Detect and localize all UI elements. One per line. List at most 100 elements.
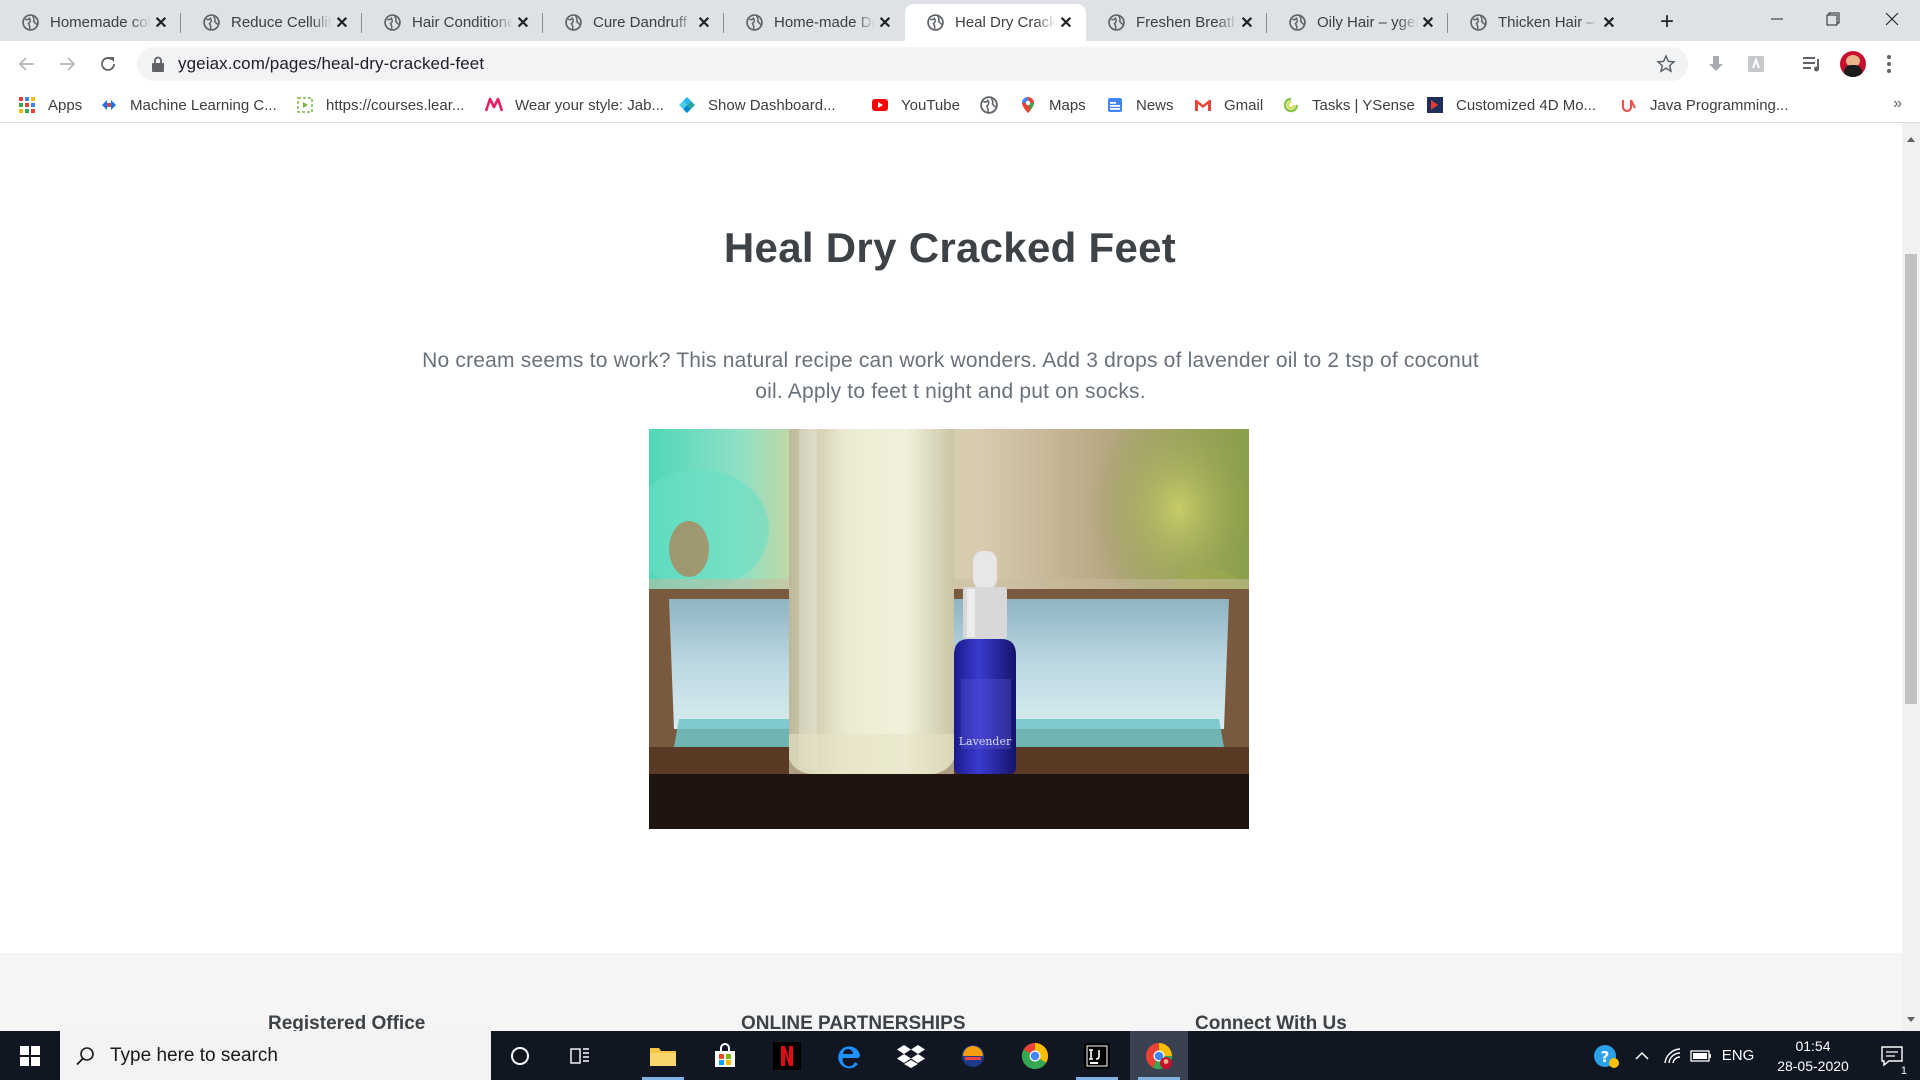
taskbar-search-box[interactable]: Type here to search [60,1031,491,1080]
close-window-button[interactable] [1864,0,1920,38]
app-button[interactable] [944,1031,1002,1080]
bookmark-label: Gmail [1224,96,1264,114]
forward-arrow-icon [60,57,76,71]
scroll-up-arrow-icon[interactable] [1907,137,1915,142]
clock-date: 28-05-2020 [1777,1058,1849,1074]
bookmarks-overflow-button[interactable]: » [1893,95,1902,113]
dashboard-icon [679,97,695,113]
bookmark-ysense[interactable]: Tasks | YSense [1282,94,1415,116]
minimize-button[interactable] [1749,0,1805,38]
globe-icon [203,14,220,31]
globe-icon [746,14,763,31]
bookmark-label: Tasks | YSense [1312,96,1415,114]
bookmark-java-programming[interactable]: Java Programming... [1620,94,1788,116]
scrollbar-thumb[interactable] [1905,254,1917,704]
microsoft-store-button[interactable] [696,1031,754,1080]
back-button[interactable] [12,49,42,79]
show-hidden-icons-button[interactable] [1630,1031,1654,1080]
new-tab-button[interactable]: + [1652,7,1682,37]
bookmark-maps[interactable]: Maps [1019,94,1086,116]
chrome-menu-button[interactable] [1886,53,1892,75]
restore-button[interactable] [1805,0,1861,38]
tab-freshen-breath[interactable]: Freshen Breath ✕ [1086,4,1267,41]
close-icon[interactable]: ✕ [332,13,352,33]
netflix-button[interactable] [758,1031,816,1080]
ml-course-icon [102,100,116,110]
bookmark-gmail[interactable]: Gmail [1194,94,1263,116]
action-center-button[interactable]: 1 [1872,1031,1912,1080]
clock[interactable]: 01:54 28-05-2020 [1758,1036,1868,1076]
chrome-button[interactable] [1006,1031,1064,1080]
gmail-icon [1195,100,1211,111]
globe-icon [980,96,998,114]
intellij-button[interactable] [1068,1031,1126,1080]
battery-button[interactable] [1688,1031,1714,1080]
close-icon[interactable]: ✕ [513,13,533,33]
help-tray-button[interactable]: ? [1588,1031,1624,1080]
more-vert-icon [1887,55,1891,73]
netflix-icon [773,1041,801,1070]
bookmark-news[interactable]: News [1106,94,1174,116]
dropbox-button[interactable] [882,1031,940,1080]
bookmark-globe[interactable] [980,94,1010,116]
extension-icon[interactable] [1745,53,1767,75]
bookmark-label: Customized 4D Mo... [1456,96,1597,114]
chrome-active-button[interactable] [1130,1031,1188,1080]
bookmark-label: Apps [48,96,83,114]
tab-heal-dry-cracked-feet[interactable]: Heal Dry Cracked Feet ✕ [905,4,1086,41]
bookmark-customized-4d[interactable]: Customized 4D Mo... [1426,94,1596,116]
courses-icon [297,97,313,113]
restore-icon [1826,12,1840,26]
bookmark-apps[interactable]: Apps [18,94,82,116]
news-icon [1108,98,1122,112]
globe-icon [1108,14,1125,31]
tab-thicken-hair[interactable]: Thicken Hair – ygeiax ✕ [1448,4,1629,41]
bookmark-star-icon[interactable] [1656,54,1676,74]
forward-button[interactable] [52,49,82,79]
page-scrollbar[interactable] [1902,123,1920,1031]
tab-title: Cure Dandruff [593,14,687,31]
tab-cure-dandruff[interactable]: Cure Dandruff ✕ [543,4,724,41]
search-icon [76,1046,94,1065]
close-icon[interactable]: ✕ [1599,13,1619,33]
close-icon[interactable]: ✕ [1418,13,1438,33]
download-extension-icon[interactable] [1705,53,1727,75]
close-icon[interactable]: ✕ [875,13,895,33]
bookmark-machine-learning[interactable]: Machine Learning C... [100,94,277,116]
app-icon [962,1044,984,1067]
bookmark-myntra[interactable]: Wear your style: Jab... [485,94,664,116]
start-button[interactable] [0,1031,60,1080]
tab-title: Freshen Breath [1136,14,1237,31]
myntra-icon [485,97,503,112]
cortana-button[interactable] [491,1031,549,1080]
network-button[interactable] [1660,1031,1684,1080]
tab-reduce-cellulite[interactable]: Reduce Cellulite ✕ [181,4,362,41]
maps-icon [1022,97,1034,113]
bookmark-courses[interactable]: https://courses.lear... [296,94,464,116]
close-icon[interactable]: ✕ [1237,13,1257,33]
address-bar[interactable]: ygeiax.com/pages/heal-dry-cracked-feet [137,47,1688,81]
tab-homemade-cold[interactable]: Homemade cold ✕ [0,4,181,41]
close-icon[interactable]: ✕ [1056,13,1076,33]
close-icon[interactable]: ✕ [151,13,171,33]
bookmark-show-dashboard[interactable]: Show Dashboard... [678,94,836,116]
reload-button[interactable] [93,49,123,79]
globe-icon [384,14,401,31]
edge-button[interactable] [820,1031,878,1080]
input-language-button[interactable]: ENG [1718,1031,1758,1080]
profile-avatar[interactable] [1840,51,1866,77]
file-explorer-button[interactable] [634,1031,692,1080]
page-content: Heal Dry Cracked Feet No cream seems to … [0,123,1902,1031]
scroll-down-arrow-icon[interactable] [1907,1017,1915,1022]
notification-icon [1881,1045,1903,1066]
bookmarks-bar: Apps Machine Learning C... https://cours… [0,87,1920,123]
tab-hair-conditioner[interactable]: Hair Conditioner ✕ [362,4,543,41]
media-controls-icon[interactable] [1801,53,1823,75]
close-icon[interactable]: ✕ [694,13,714,33]
tab-home-made-deo[interactable]: Home-made Deo ✕ [724,4,905,41]
task-view-button[interactable] [551,1031,609,1080]
svg-text:?: ? [1601,1048,1610,1066]
tab-oily-hair[interactable]: Oily Hair – ygeiax ✕ [1267,4,1448,41]
footer-registered-office: Registered Office [268,1013,426,1031]
bookmark-youtube[interactable]: YouTube [871,94,960,116]
